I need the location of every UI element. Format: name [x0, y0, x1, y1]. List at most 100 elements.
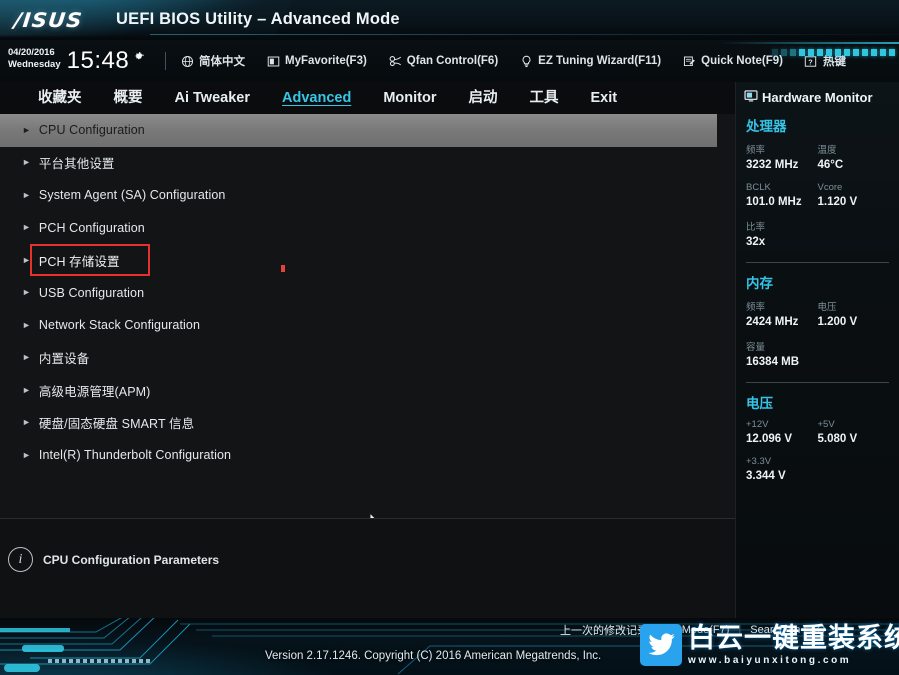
- hardware-monitor-title-label: Hardware Monitor: [762, 90, 873, 105]
- toolbar-item-label: MyFavorite(F3): [285, 55, 367, 67]
- tab-boot[interactable]: 启动: [452, 82, 513, 114]
- note-icon: [682, 54, 696, 68]
- menu-item-pch-storage-configuration[interactable]: ► PCH 存储设置: [0, 244, 735, 277]
- tab-main[interactable]: 概要: [98, 82, 159, 114]
- chevron-right-icon: ►: [22, 384, 31, 395]
- chevron-right-icon: ►: [22, 319, 31, 330]
- tab-advanced[interactable]: Advanced: [266, 82, 367, 114]
- date-block: 04/20/2016 Wednesday: [8, 48, 61, 73]
- toolbar-item-label: Quick Note(F9): [701, 55, 783, 67]
- footer-link-last-modified[interactable]: 上一次的修改记录: [560, 622, 648, 638]
- hw-value: 1.120 V: [817, 196, 858, 208]
- chevron-right-icon: ►: [22, 157, 31, 168]
- menu-item-usb-configuration[interactable]: ► USB Configuration: [0, 277, 735, 310]
- footer-bar: Version 2.17.1246. Copyright (C) 2016 Am…: [0, 618, 899, 675]
- hw-cell-memory-capacity: 容量 16384 MB: [746, 339, 889, 368]
- chevron-right-icon: ►: [22, 254, 31, 265]
- clock-value: 15:48: [66, 47, 130, 74]
- hw-cell-5v: +5V 5.080 V: [818, 419, 890, 445]
- hw-key: BCLK: [746, 182, 771, 193]
- globe-icon: [180, 54, 194, 68]
- hw-section-voltage: 电压 +12V 12.096 V +5V 5.080 V +3.3V 3.344…: [736, 383, 899, 493]
- menu-item-label: Intel(R) Thunderbolt Configuration: [38, 448, 232, 463]
- hw-section-memory: 内存 频率 2424 MHz 电压 1.200 V 容量 16384 MB: [736, 263, 899, 379]
- hw-value: 12.096 V: [746, 433, 793, 445]
- toolbar-items: 简体中文 MyFavorite(F3) Qfan Control(F6) EZ …: [180, 40, 846, 82]
- toolbar-item-ez-tuning-wizard[interactable]: EZ Tuning Wizard(F11): [519, 54, 661, 68]
- hw-key: 比率: [746, 222, 766, 233]
- menu-item-thunderbolt[interactable]: ► Intel(R) Thunderbolt Configuration: [0, 439, 735, 472]
- chevron-right-icon: ►: [22, 449, 31, 460]
- menu-item-hdd-ssd-smart[interactable]: ► 硬盘/固态硬盘 SMART 信息: [0, 407, 735, 440]
- menu-item-system-agent[interactable]: ► System Agent (SA) Configuration: [0, 179, 735, 212]
- question-icon: ?: [804, 54, 818, 68]
- toolbar-item-qfan-control[interactable]: Qfan Control(F6): [388, 54, 498, 68]
- hw-value: 2424 MHz: [746, 316, 799, 328]
- hw-key: +3.3V: [746, 456, 772, 467]
- hw-cell-memory-voltage: 电压 1.200 V: [818, 299, 890, 328]
- menu-item-label: System Agent (SA) Configuration: [38, 188, 226, 203]
- menu-item-label: CPU Configuration: [38, 123, 145, 138]
- gear-icon[interactable]: [133, 50, 146, 63]
- menu-item-label: 内置设备: [38, 352, 90, 367]
- toolbar-item-label: 简体中文: [199, 56, 245, 68]
- hw-key: +5V: [817, 419, 835, 430]
- menu-item-onboard-devices[interactable]: ► 内置设备: [0, 342, 735, 375]
- advanced-menu-list: ► CPU Configuration ► 平台其他设置 ► System Ag…: [0, 114, 735, 518]
- chevron-right-icon: ►: [22, 124, 31, 135]
- page-title: UEFI BIOS Utility – Advanced Mode: [116, 10, 400, 28]
- hw-key: 电压: [817, 302, 837, 313]
- hw-value: 46°C: [817, 159, 844, 171]
- footer-separator: |: [657, 624, 660, 636]
- hw-key: +12V: [746, 419, 769, 430]
- fan-icon: [388, 54, 402, 68]
- footer-link-ezmode[interactable]: EzMode(F7): [669, 624, 730, 636]
- toolbar-separator: [165, 52, 166, 70]
- menu-item-apm[interactable]: ► 高级电源管理(APM): [0, 374, 735, 407]
- annotation-red-dot: [281, 265, 285, 272]
- tab-exit[interactable]: Exit: [574, 82, 633, 114]
- info-icon: i: [8, 547, 33, 572]
- menu-item-label: PCH Configuration: [38, 220, 145, 235]
- asus-logo: /ISUS: [12, 8, 85, 32]
- menu-item-network-stack[interactable]: ► Network Stack Configuration: [0, 309, 735, 342]
- tab-favorites[interactable]: 收藏夹: [22, 82, 98, 114]
- footer-links: 上一次的修改记录 | EzMode(F7) | Search on FAQ: [560, 622, 825, 638]
- monitor-icon: [744, 89, 758, 106]
- menu-item-platform-misc[interactable]: ► 平台其他设置: [0, 147, 735, 180]
- top-toolbar: 04/20/2016 Wednesday 15:48 简体中文 MyFavori…: [0, 40, 899, 82]
- hw-value: 1.200 V: [817, 316, 858, 328]
- toolbar-item-myfavorite[interactable]: MyFavorite(F3): [266, 54, 367, 68]
- hw-value: 16384 MB: [746, 356, 800, 368]
- menu-item-label: Network Stack Configuration: [38, 318, 201, 333]
- hw-cell-cpu-ratio: 比率 32x: [746, 219, 889, 248]
- hw-key: 温度: [817, 145, 837, 156]
- menu-item-label: USB Configuration: [38, 285, 145, 300]
- svg-text:?: ?: [809, 57, 814, 66]
- tab-ai-tweaker[interactable]: Ai Tweaker: [159, 82, 267, 114]
- footer-link-search-faq[interactable]: Search on FAQ: [750, 624, 825, 636]
- hw-value: 32x: [746, 236, 766, 248]
- toolbar-item-quick-note[interactable]: Quick Note(F9): [682, 54, 783, 68]
- menu-item-label: 硬盘/固态硬盘 SMART 信息: [38, 417, 195, 432]
- date-time-widget: 04/20/2016 Wednesday 15:48: [8, 48, 146, 73]
- menu-item-label: PCH 存储设置: [38, 254, 120, 269]
- tab-tool[interactable]: 工具: [513, 82, 574, 114]
- hw-value: 5.080 V: [817, 433, 858, 445]
- hw-key: 频率: [746, 145, 766, 156]
- hw-value: 3.344 V: [746, 470, 786, 482]
- hardware-monitor-title: Hardware Monitor: [736, 82, 899, 106]
- hw-cell-cpu-temperature: 温度 46°C: [818, 142, 890, 171]
- toolbar-dot-decoration: [772, 49, 895, 56]
- toolbar-item-language[interactable]: 简体中文: [180, 53, 245, 69]
- toolbar-item-label: EZ Tuning Wizard(F11): [538, 55, 662, 67]
- hw-section-cpu: 处理器 频率 3232 MHz 温度 46°C BCLK 101.0 MHz V…: [736, 106, 899, 259]
- hw-cell-12v: +12V 12.096 V: [746, 419, 818, 445]
- chevron-right-icon: ►: [22, 417, 31, 428]
- tab-monitor[interactable]: Monitor: [367, 82, 452, 114]
- help-text: CPU Configuration Parameters: [43, 552, 220, 567]
- menu-item-pch-configuration[interactable]: ► PCH Configuration: [0, 212, 735, 245]
- menu-item-cpu-configuration[interactable]: ► CPU Configuration: [0, 114, 717, 147]
- chevron-right-icon: ►: [22, 222, 31, 233]
- main-navigation-tabs: 收藏夹 概要 Ai Tweaker Advanced Monitor 启动 工具…: [0, 82, 735, 114]
